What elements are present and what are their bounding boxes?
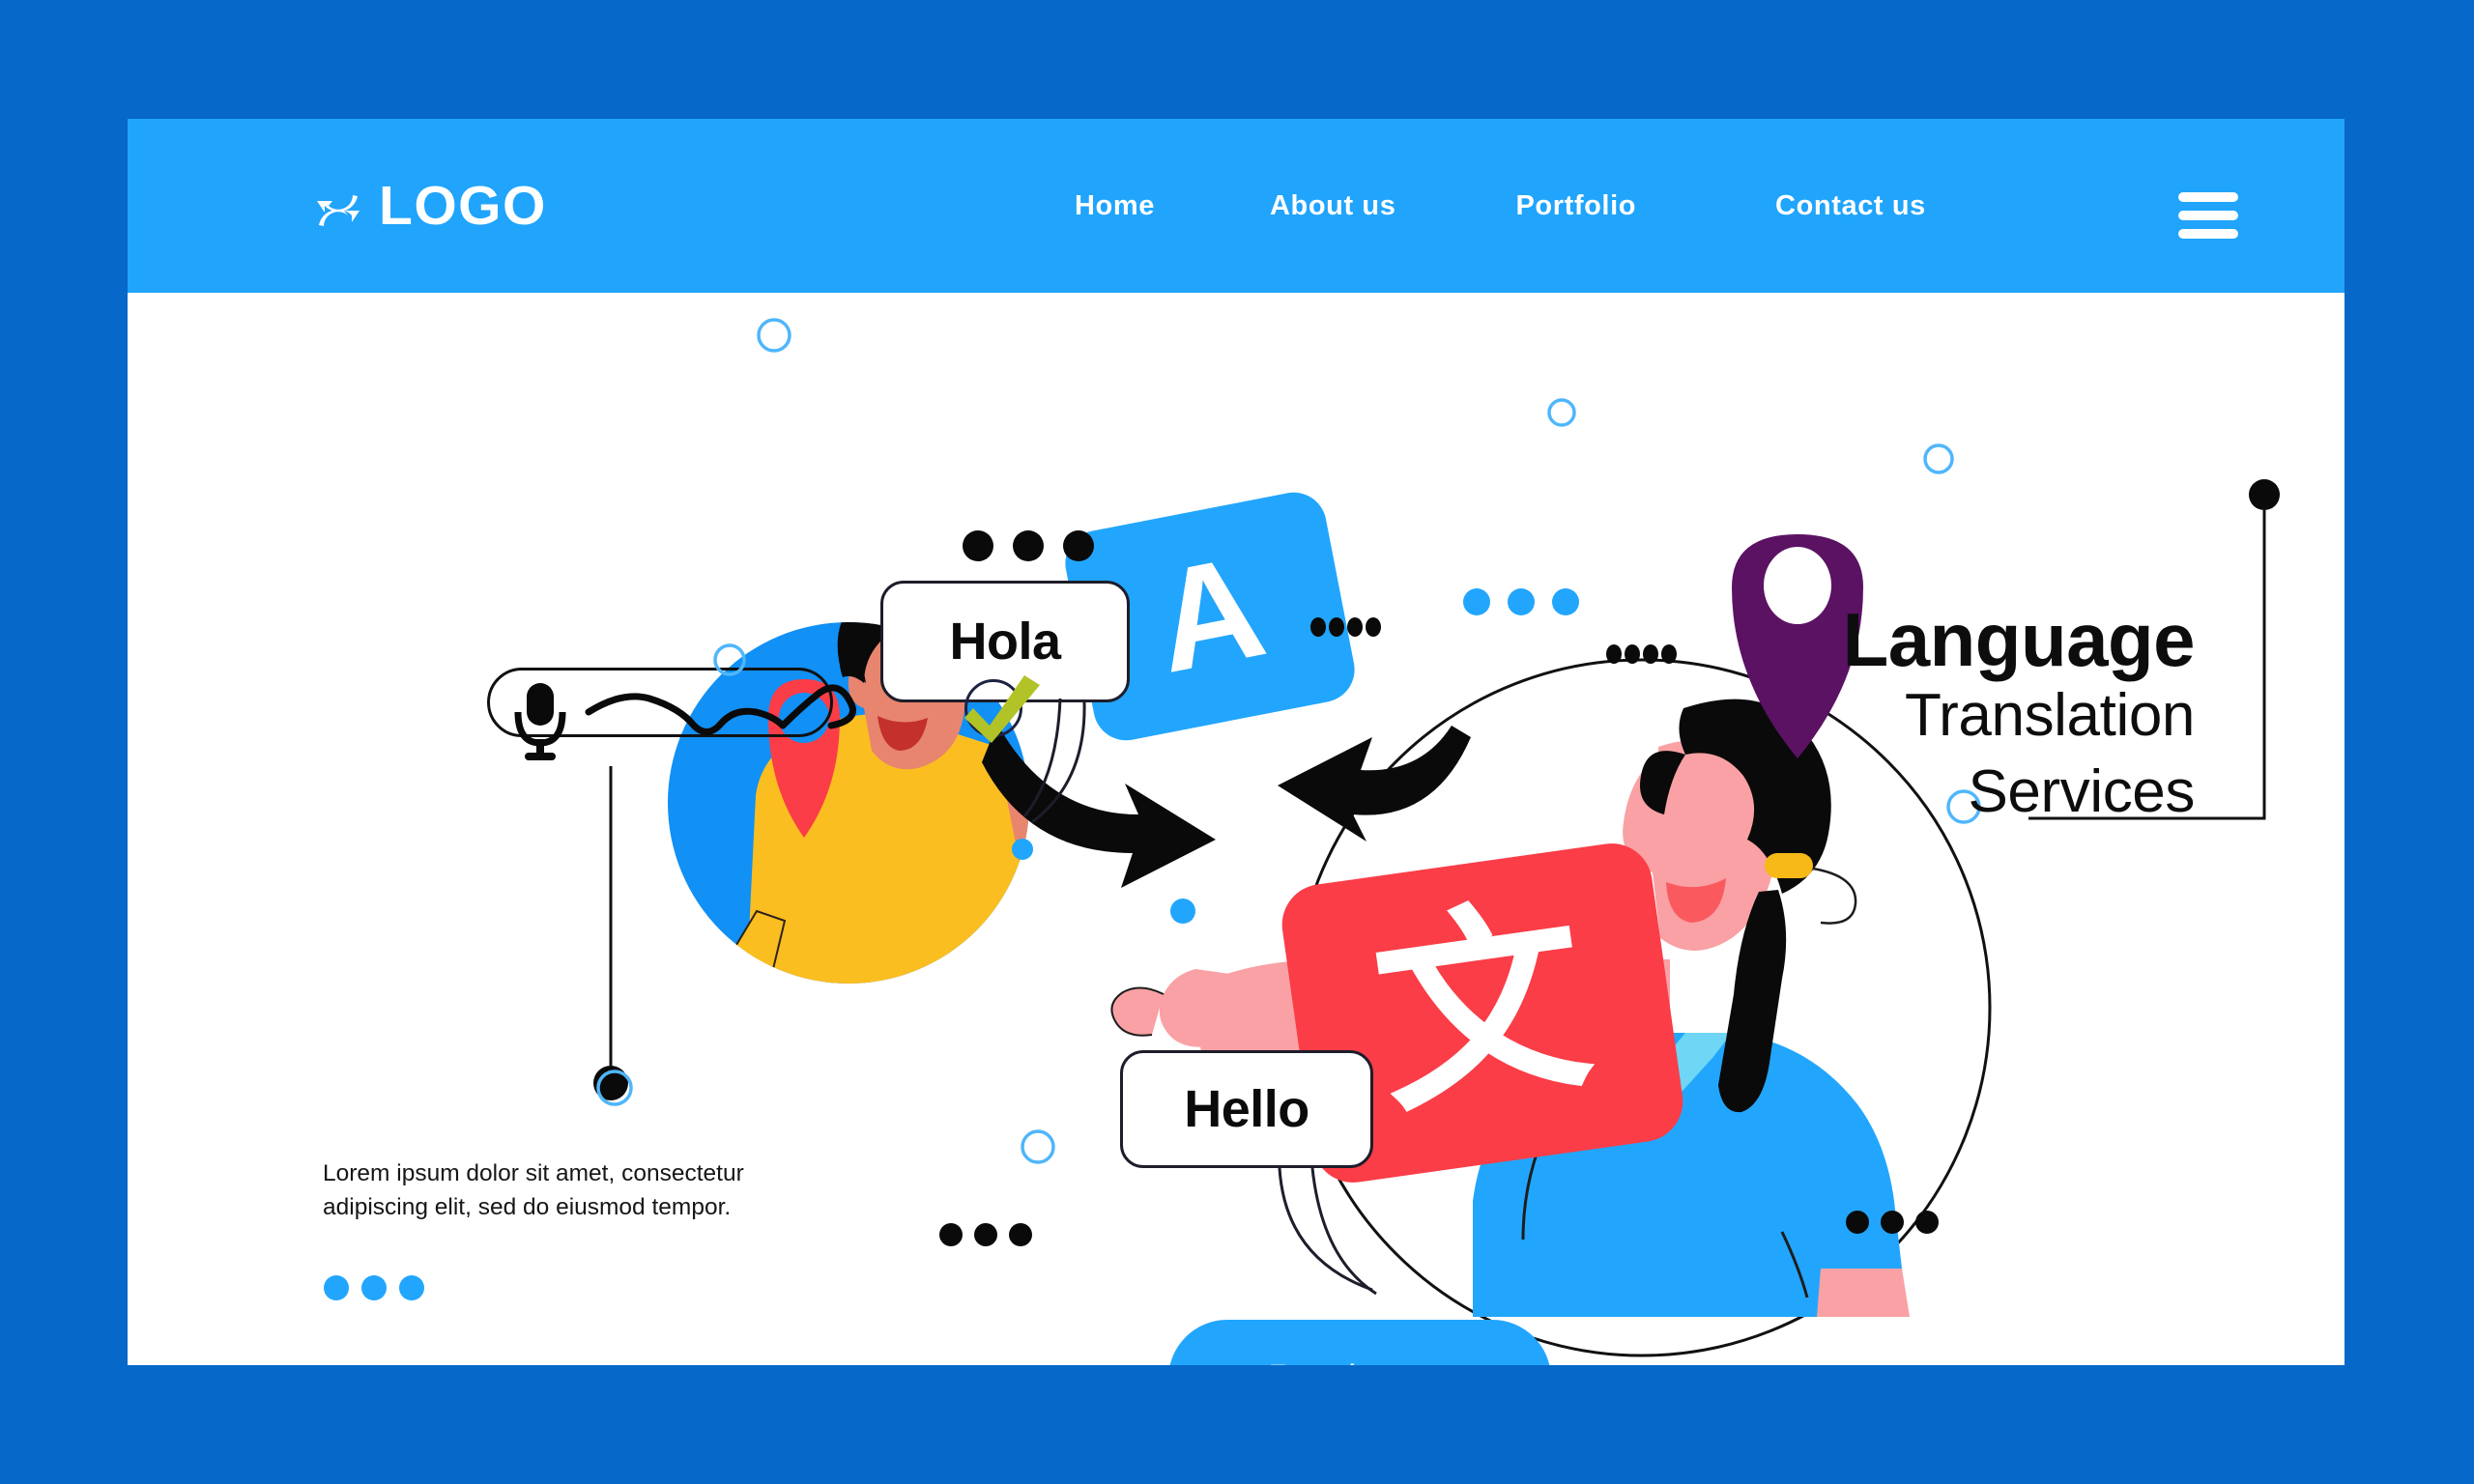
page-root: LOGO Home About us Portfolio Contact us [0,0,2474,1484]
hamburger-bar [2178,192,2238,202]
hamburger-bar [2178,229,2238,239]
hero-illustration: A 文 Hola Hello Language Translation Serv… [128,293,2345,1365]
language-card-chinese-glyph: 文 [1361,872,1602,1143]
nav-item-about-us[interactable]: About us [1270,190,1395,222]
page-title-line-3: Services [1968,758,2195,826]
speech-bubble-hello[interactable]: Hello [1120,1050,1373,1168]
hamburger-bar [2178,211,2238,220]
logo[interactable]: LOGO [311,119,547,293]
speech-bubble-hello-text: Hello [1184,1080,1309,1138]
read-more-button[interactable]: Read more [1168,1320,1551,1365]
language-card-latin-glyph: A [1142,524,1277,703]
hamburger-menu-icon[interactable] [2178,192,2238,239]
page-title-line-1: Language [1842,597,2196,682]
nav-item-contact-us[interactable]: Contact us [1775,190,1926,222]
speech-bubble-hola-text: Hola [949,613,1061,671]
voice-input-pill[interactable] [487,668,833,737]
hero-body-text: Lorem ipsum dolor sit amet, consectetur … [323,1160,744,1220]
page-title-line-2: Translation [1905,682,2195,749]
sync-arrows-icon [317,195,360,226]
nav-item-portfolio[interactable]: Portfolio [1515,190,1636,222]
nav-item-home[interactable]: Home [1075,190,1155,222]
check-badge-top [964,679,1022,737]
main-navigation: Home About us Portfolio Contact us [1075,119,1926,293]
logo-text: LOGO [379,174,547,237]
page-title: Language Translation Services [1518,597,2196,831]
landing-page-card: LOGO Home About us Portfolio Contact us [128,119,2345,1365]
site-header: LOGO Home About us Portfolio Contact us [128,119,2345,293]
